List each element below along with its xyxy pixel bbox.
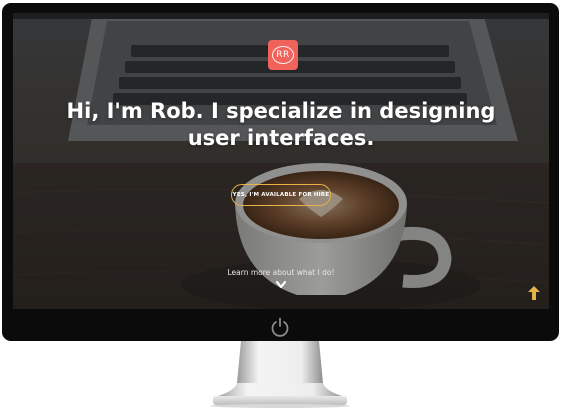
chevron-down-icon[interactable] (275, 280, 287, 290)
logo-initials: RR (272, 46, 294, 64)
rr-logo[interactable]: RR (268, 40, 298, 70)
monitor-frame: RR Hi, I'm Rob. I specialize in designin… (2, 3, 559, 341)
power-icon (271, 317, 289, 337)
monitor-stand (210, 341, 350, 408)
headline-line-1: Hi, I'm Rob. I specialize in designing (66, 99, 496, 123)
hero-headline: Hi, I'm Rob. I specialize in designing u… (33, 98, 529, 152)
website-screen: RR Hi, I'm Rob. I specialize in designin… (13, 13, 549, 309)
learn-more-link[interactable]: Learn more about what I do! (181, 268, 381, 277)
available-for-hire-button[interactable]: YES, I'M AVAILABLE FOR HIRE (231, 184, 331, 206)
arrow-up-icon[interactable] (528, 286, 540, 300)
headline-line-2: user interfaces. (187, 126, 375, 150)
